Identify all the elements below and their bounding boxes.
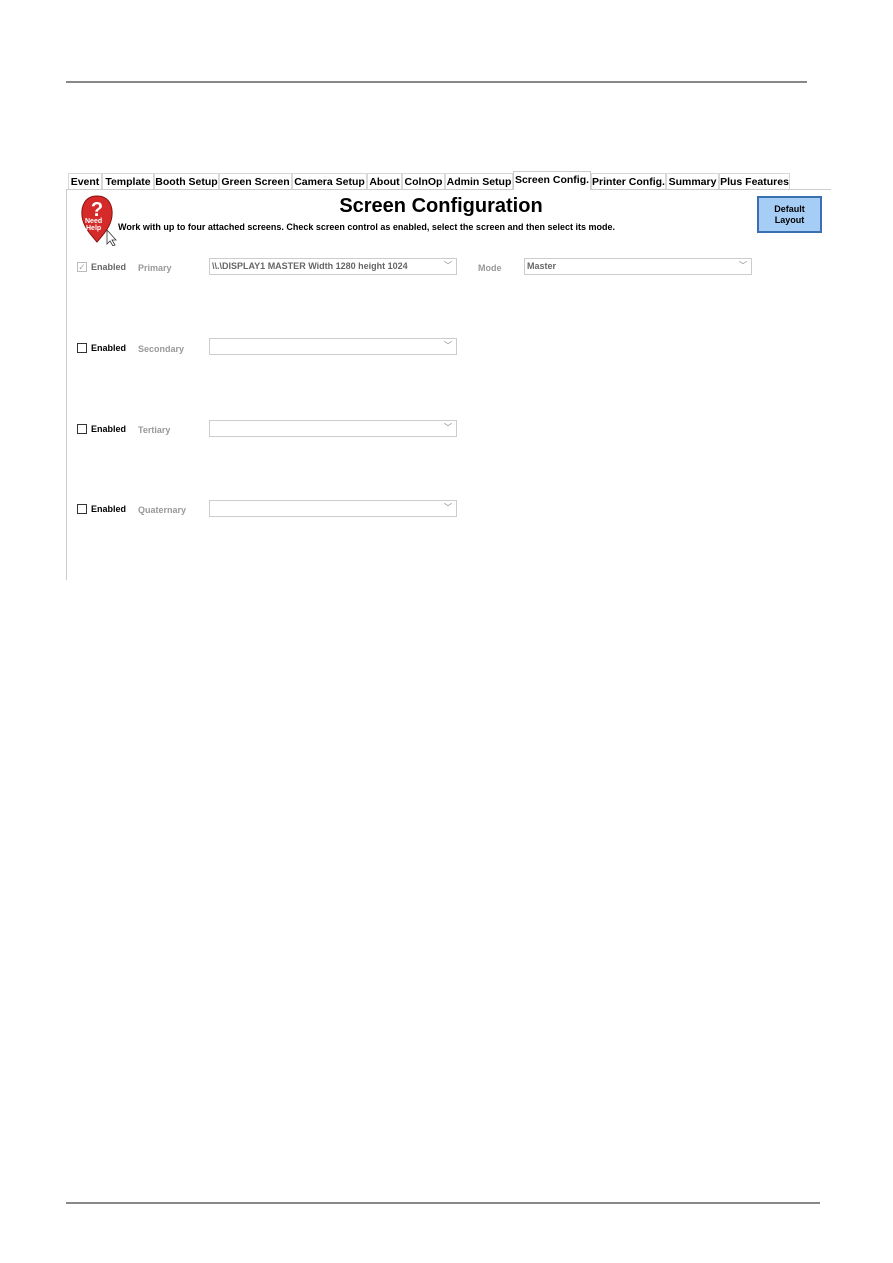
mode-select[interactable]: Master ﹀ (524, 258, 752, 275)
tab-template[interactable]: Template (102, 173, 154, 189)
tab-booth-setup[interactable]: Booth Setup (154, 173, 219, 189)
tab-coinop[interactable]: ColnOp (402, 173, 445, 189)
default-layout-button[interactable]: Default Layout (757, 196, 822, 233)
header-rule (66, 81, 807, 83)
panel-border (66, 189, 831, 190)
chevron-down-icon: ﹀ (444, 261, 452, 270)
chevron-down-icon: ﹀ (444, 341, 452, 350)
tab-printer-config[interactable]: Printer Config. (591, 173, 666, 189)
tab-event[interactable]: Event (68, 173, 102, 189)
quaternary-label: Quaternary (138, 505, 187, 515)
quaternary-enabled-checkbox[interactable] (77, 504, 87, 514)
mode-value: Master (527, 261, 557, 271)
primary-screen-value: \\.\DISPLAY1 MASTER Width 1280 height 10… (212, 261, 408, 271)
page: Event Template Booth Setup Green Screen … (0, 0, 893, 1263)
primary-enabled-label: Enabled (91, 262, 127, 272)
need-help-button[interactable]: ? Need Help (80, 194, 118, 247)
quaternary-screen-select[interactable]: ﹀ (209, 500, 457, 517)
mode-label: Mode (478, 263, 502, 273)
help-text-help: Help (86, 225, 102, 232)
tab-admin-setup[interactable]: Admin Setup (445, 173, 513, 189)
primary-enabled-checkbox[interactable]: ✓ (77, 262, 87, 272)
footer-rule (66, 1202, 820, 1204)
default-layout-line2: Layout (774, 214, 805, 225)
secondary-screen-select[interactable]: ﹀ (209, 338, 457, 355)
tab-summary[interactable]: Summary (666, 173, 719, 189)
tab-camera-setup[interactable]: Camera Setup (292, 173, 367, 189)
help-text-need: Need (85, 218, 103, 225)
tertiary-enabled-label: Enabled (91, 424, 127, 434)
tertiary-screen-select[interactable]: ﹀ (209, 420, 457, 437)
tab-about[interactable]: About (367, 173, 402, 189)
secondary-enabled-label: Enabled (91, 343, 127, 353)
chevron-down-icon: ﹀ (739, 261, 747, 270)
chevron-down-icon: ﹀ (444, 503, 452, 512)
quaternary-enabled-label: Enabled (91, 504, 127, 514)
primary-screen-select[interactable]: \\.\DISPLAY1 MASTER Width 1280 height 10… (209, 258, 457, 275)
primary-label: Primary (138, 263, 172, 273)
chevron-down-icon: ﹀ (444, 423, 452, 432)
secondary-enabled-checkbox[interactable] (77, 343, 87, 353)
description: Work with up to four attached screens. C… (118, 222, 615, 232)
tertiary-enabled-checkbox[interactable] (77, 424, 87, 434)
secondary-label: Secondary (138, 344, 185, 354)
tertiary-label: Tertiary (138, 425, 171, 435)
tab-plus-features[interactable]: Plus Features (719, 173, 790, 189)
panel-border-left (66, 189, 67, 580)
tab-green-screen[interactable]: Green Screen (219, 173, 292, 189)
cursor-icon (106, 228, 117, 247)
page-title: Screen Configuration (339, 195, 543, 217)
tab-screen-config[interactable]: Screen Config. (513, 171, 591, 190)
default-layout-line1: Default (774, 203, 805, 214)
